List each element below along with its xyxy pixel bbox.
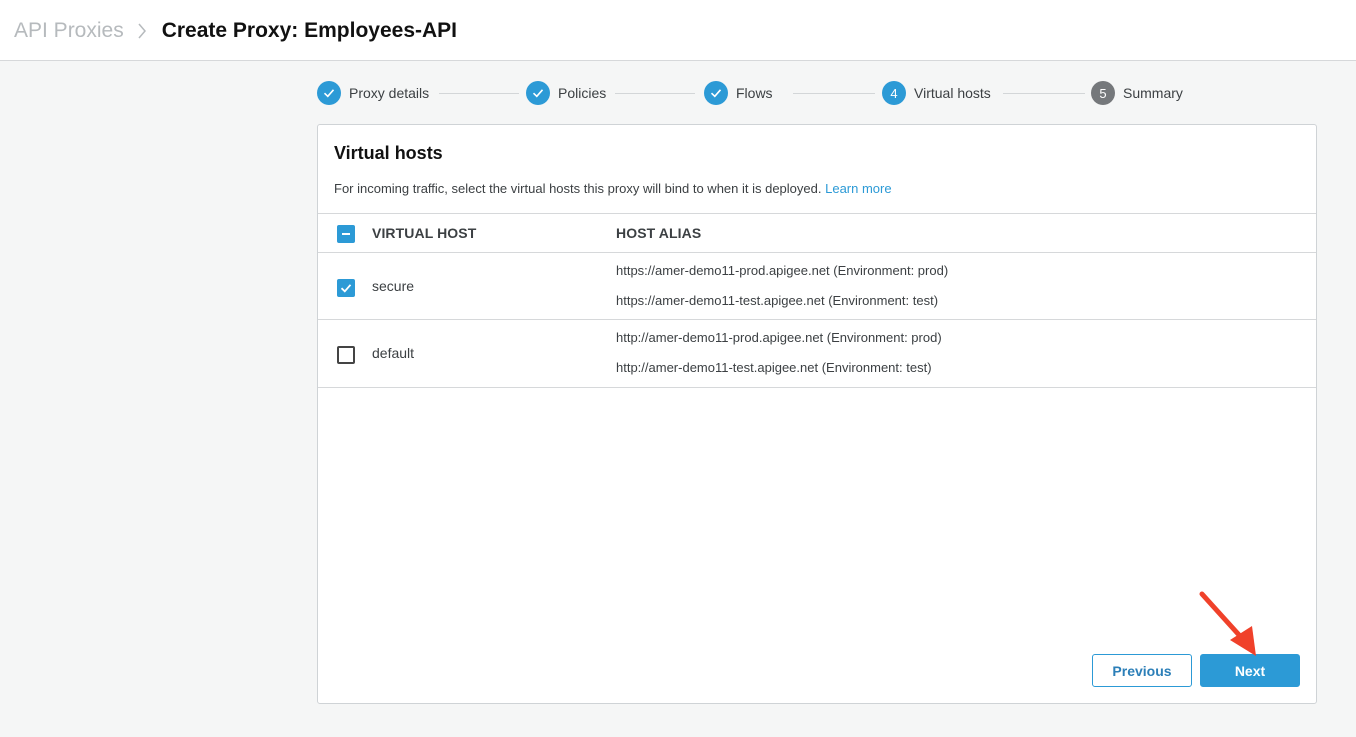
step-number: 5 — [1091, 81, 1115, 105]
virtual-host-name: secure — [372, 278, 415, 294]
check-icon — [340, 284, 352, 293]
row-checkbox-default[interactable] — [337, 346, 355, 364]
column-header-host-alias: HOST ALIAS — [616, 225, 702, 241]
page-title: Create Proxy: Employees-API — [161, 19, 458, 42]
learn-more-link[interactable]: Learn more — [825, 181, 891, 196]
previous-button[interactable]: Previous — [1092, 654, 1192, 687]
row-checkbox-secure[interactable] — [337, 279, 355, 297]
step-label: Virtual hosts — [914, 85, 991, 101]
select-all-checkbox[interactable] — [337, 225, 355, 243]
host-alias: http://amer-demo11-prod.apigee.net (Envi… — [616, 330, 942, 345]
step-label: Policies — [558, 85, 607, 101]
description-text: For incoming traffic, select the virtual… — [334, 181, 822, 196]
step-label: Flows — [736, 85, 773, 101]
breadcrumb-api-proxies[interactable]: API Proxies — [14, 19, 124, 43]
table-row: default http://amer-demo11-prod.apigee.n… — [318, 320, 1316, 388]
virtual-host-name: default — [372, 345, 415, 361]
host-alias: http://amer-demo11-test.apigee.net (Envi… — [616, 360, 932, 375]
check-icon — [526, 81, 550, 105]
check-icon — [317, 81, 341, 105]
check-icon — [704, 81, 728, 105]
step-connector — [1003, 93, 1085, 94]
step-flows[interactable]: Flows — [704, 81, 773, 105]
step-number: 4 — [882, 81, 906, 105]
step-policies[interactable]: Policies — [526, 81, 606, 105]
host-alias: https://amer-demo11-test.apigee.net (Env… — [616, 293, 939, 308]
step-summary[interactable]: 5 Summary — [1091, 81, 1183, 105]
step-label: Proxy details — [349, 85, 430, 101]
top-bar: API Proxies Create Proxy: Employees-API — [0, 0, 1356, 61]
chevron-right-icon — [130, 19, 154, 43]
wizard-stepper: Proxy details Policies Flows 4 Virtual h… — [317, 81, 1197, 105]
card-description: For incoming traffic, select the virtual… — [334, 181, 892, 196]
annotation-arrow-icon — [1199, 591, 1256, 656]
step-connector — [615, 93, 695, 94]
card-title: Virtual hosts — [334, 143, 443, 163]
step-connector — [793, 93, 875, 94]
column-header-virtual-host: VIRTUAL HOST — [372, 225, 477, 241]
step-connector — [439, 93, 519, 94]
table-row: secure https://amer-demo11-prod.apigee.n… — [318, 253, 1316, 320]
minus-icon — [342, 233, 350, 235]
step-virtual-hosts[interactable]: 4 Virtual hosts — [882, 81, 991, 105]
step-label: Summary — [1123, 85, 1183, 101]
table-header: VIRTUAL HOST HOST ALIAS — [318, 213, 1316, 253]
breadcrumb: API Proxies Create Proxy: Employees-API — [14, 16, 457, 46]
virtual-hosts-card: Virtual hosts For incoming traffic, sele… — [317, 124, 1317, 704]
host-alias: https://amer-demo11-prod.apigee.net (Env… — [616, 263, 949, 278]
step-proxy-details[interactable]: Proxy details — [317, 81, 429, 105]
